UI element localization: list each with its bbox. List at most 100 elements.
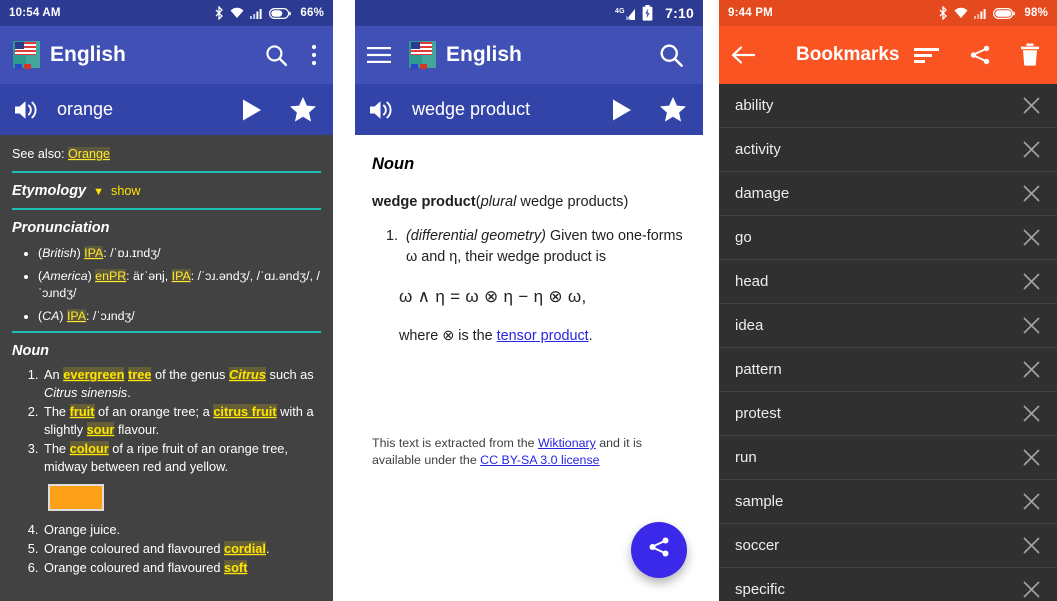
- chevron-down-icon[interactable]: ▼: [93, 185, 104, 201]
- bluetooth-icon: [214, 6, 224, 20]
- article-body-panel1: See also: Orange Etymology ▼ show Pronun…: [0, 135, 333, 601]
- link-soft[interactable]: soft: [224, 560, 248, 576]
- pron-value-british: : /ˈɒɹ.ɪndʒ/: [103, 246, 161, 261]
- ipa-link-british[interactable]: IPA: [84, 246, 104, 261]
- list-item[interactable]: run: [719, 436, 1057, 480]
- headword: wedge product: [372, 193, 476, 210]
- see-also-line: See also: Orange: [12, 146, 321, 164]
- pronunciation-list: (British) IPA: /ˈɒɹ.ɪndʒ/ (America) enPR…: [38, 245, 321, 324]
- close-x-icon[interactable]: [1019, 226, 1043, 250]
- divider-3: [12, 331, 321, 334]
- list-item[interactable]: idea: [719, 304, 1057, 348]
- list-item[interactable]: head: [719, 260, 1057, 304]
- word-bar-panel1: orange: [0, 84, 333, 135]
- status-icon-group-2: 4G 7:10: [615, 5, 694, 21]
- word-bar-panel2: wedge product: [355, 84, 703, 135]
- divider-2: [12, 208, 321, 211]
- play-icon[interactable]: [241, 98, 263, 122]
- definition-context-label: (differential geometry): [406, 227, 546, 244]
- close-x-icon[interactable]: [1019, 446, 1043, 470]
- where-prefix: where ⊗ is the: [399, 328, 497, 345]
- pronunciation-item-ca: (CA) IPA: /ˈɔɹndʒ/: [38, 308, 321, 325]
- current-word-2: wedge product: [412, 99, 531, 119]
- screenshot-stage: 10:54 AM 66% English orange See also: Or…: [0, 0, 1057, 601]
- close-x-icon[interactable]: [1019, 534, 1043, 558]
- search-icon[interactable]: [264, 43, 289, 68]
- definition-item-6: Orange coloured and flavoured soft: [42, 559, 321, 577]
- page-title: Bookmarks: [796, 44, 900, 65]
- bookmark-label: run: [735, 449, 757, 466]
- speaker-icon[interactable]: [369, 98, 396, 122]
- dictionary-book-icon: [12, 40, 42, 70]
- link-wiktionary[interactable]: Wiktionary: [538, 436, 596, 450]
- see-also-link[interactable]: Orange: [68, 147, 111, 161]
- definition-item-5: Orange coloured and flavoured cordial.: [42, 540, 321, 558]
- close-x-icon[interactable]: [1019, 314, 1043, 338]
- close-x-icon[interactable]: [1019, 182, 1043, 206]
- bluetooth-icon: [938, 6, 948, 20]
- speaker-icon[interactable]: [14, 98, 41, 122]
- list-item[interactable]: soccer: [719, 524, 1057, 568]
- battery-percent-3: 98%: [1024, 7, 1048, 19]
- link-evergreen[interactable]: evergreen: [63, 367, 125, 383]
- close-x-icon[interactable]: [1019, 578, 1043, 601]
- link-cordial[interactable]: cordial: [224, 541, 266, 557]
- ipa-link-america[interactable]: IPA: [171, 268, 191, 283]
- list-item[interactable]: sample: [719, 480, 1057, 524]
- link-citrus-fruit[interactable]: citrus fruit: [213, 403, 277, 419]
- link-colour[interactable]: colour: [69, 440, 109, 456]
- list-item[interactable]: pattern: [719, 348, 1057, 392]
- status-time: 10:54 AM: [9, 7, 61, 19]
- bookmark-label: idea: [735, 317, 764, 334]
- definition-item-1: An evergreen tree of the genus Citrus su…: [42, 366, 321, 402]
- list-item[interactable]: go: [719, 216, 1057, 260]
- close-x-icon[interactable]: [1019, 490, 1043, 514]
- bookmark-label: pattern: [735, 361, 782, 378]
- link-sour[interactable]: sour: [86, 421, 115, 437]
- ipa-link-ca[interactable]: IPA: [66, 308, 86, 323]
- link-citrus[interactable]: Citrus: [229, 367, 266, 383]
- sort-icon[interactable]: [914, 47, 939, 64]
- close-x-icon[interactable]: [1019, 358, 1043, 382]
- bookmark-label: activity: [735, 141, 781, 158]
- signal-4g-icon: 4G: [615, 6, 636, 21]
- bookmarks-list[interactable]: ability activity damage go head idea pat…: [719, 84, 1057, 601]
- bookmark-label: soccer: [735, 537, 780, 554]
- overflow-menu-icon[interactable]: [311, 44, 317, 66]
- link-cc-license[interactable]: CC BY-SA 3.0 license: [480, 453, 599, 467]
- star-icon[interactable]: [289, 96, 317, 123]
- signal-icon: [250, 8, 263, 19]
- share-icon[interactable]: [968, 43, 992, 67]
- close-x-icon[interactable]: [1019, 94, 1043, 118]
- status-bar-panel2: 4G 7:10: [355, 0, 703, 26]
- enpr-link-america[interactable]: enPR: [95, 268, 127, 283]
- star-icon[interactable]: [659, 96, 687, 123]
- list-item[interactable]: ability: [719, 84, 1057, 128]
- pron-region-ca: CA: [42, 308, 60, 323]
- etymology-show-toggle[interactable]: show: [111, 183, 140, 201]
- link-tree[interactable]: tree: [127, 367, 152, 383]
- link-fruit[interactable]: fruit: [69, 403, 95, 419]
- list-item[interactable]: damage: [719, 172, 1057, 216]
- share-fab-button[interactable]: [631, 522, 687, 578]
- pronunciation-heading: Pronunciation: [12, 220, 110, 237]
- bookmark-label: ability: [735, 97, 774, 114]
- list-item[interactable]: activity: [719, 128, 1057, 172]
- pron-region-america: America: [42, 268, 88, 283]
- delete-icon[interactable]: [1020, 43, 1040, 67]
- play-icon[interactable]: [611, 98, 633, 122]
- panel-bookmarks: 9:44 PM 98% Bookmarks ability activity d…: [719, 0, 1057, 601]
- search-icon[interactable]: [658, 42, 685, 69]
- link-tensor-product[interactable]: tensor product: [497, 328, 589, 344]
- hamburger-menu-icon[interactable]: [367, 46, 391, 64]
- toolbar-title: English: [50, 43, 126, 66]
- close-x-icon[interactable]: [1019, 402, 1043, 426]
- list-item[interactable]: specific: [719, 568, 1057, 601]
- battery-percent: 66%: [300, 7, 324, 19]
- close-x-icon[interactable]: [1019, 138, 1043, 162]
- signal-icon: [974, 8, 987, 19]
- inflection-plural-label: plural: [480, 193, 517, 210]
- close-x-icon[interactable]: [1019, 270, 1043, 294]
- back-arrow-icon[interactable]: [731, 45, 756, 65]
- list-item[interactable]: protest: [719, 392, 1057, 436]
